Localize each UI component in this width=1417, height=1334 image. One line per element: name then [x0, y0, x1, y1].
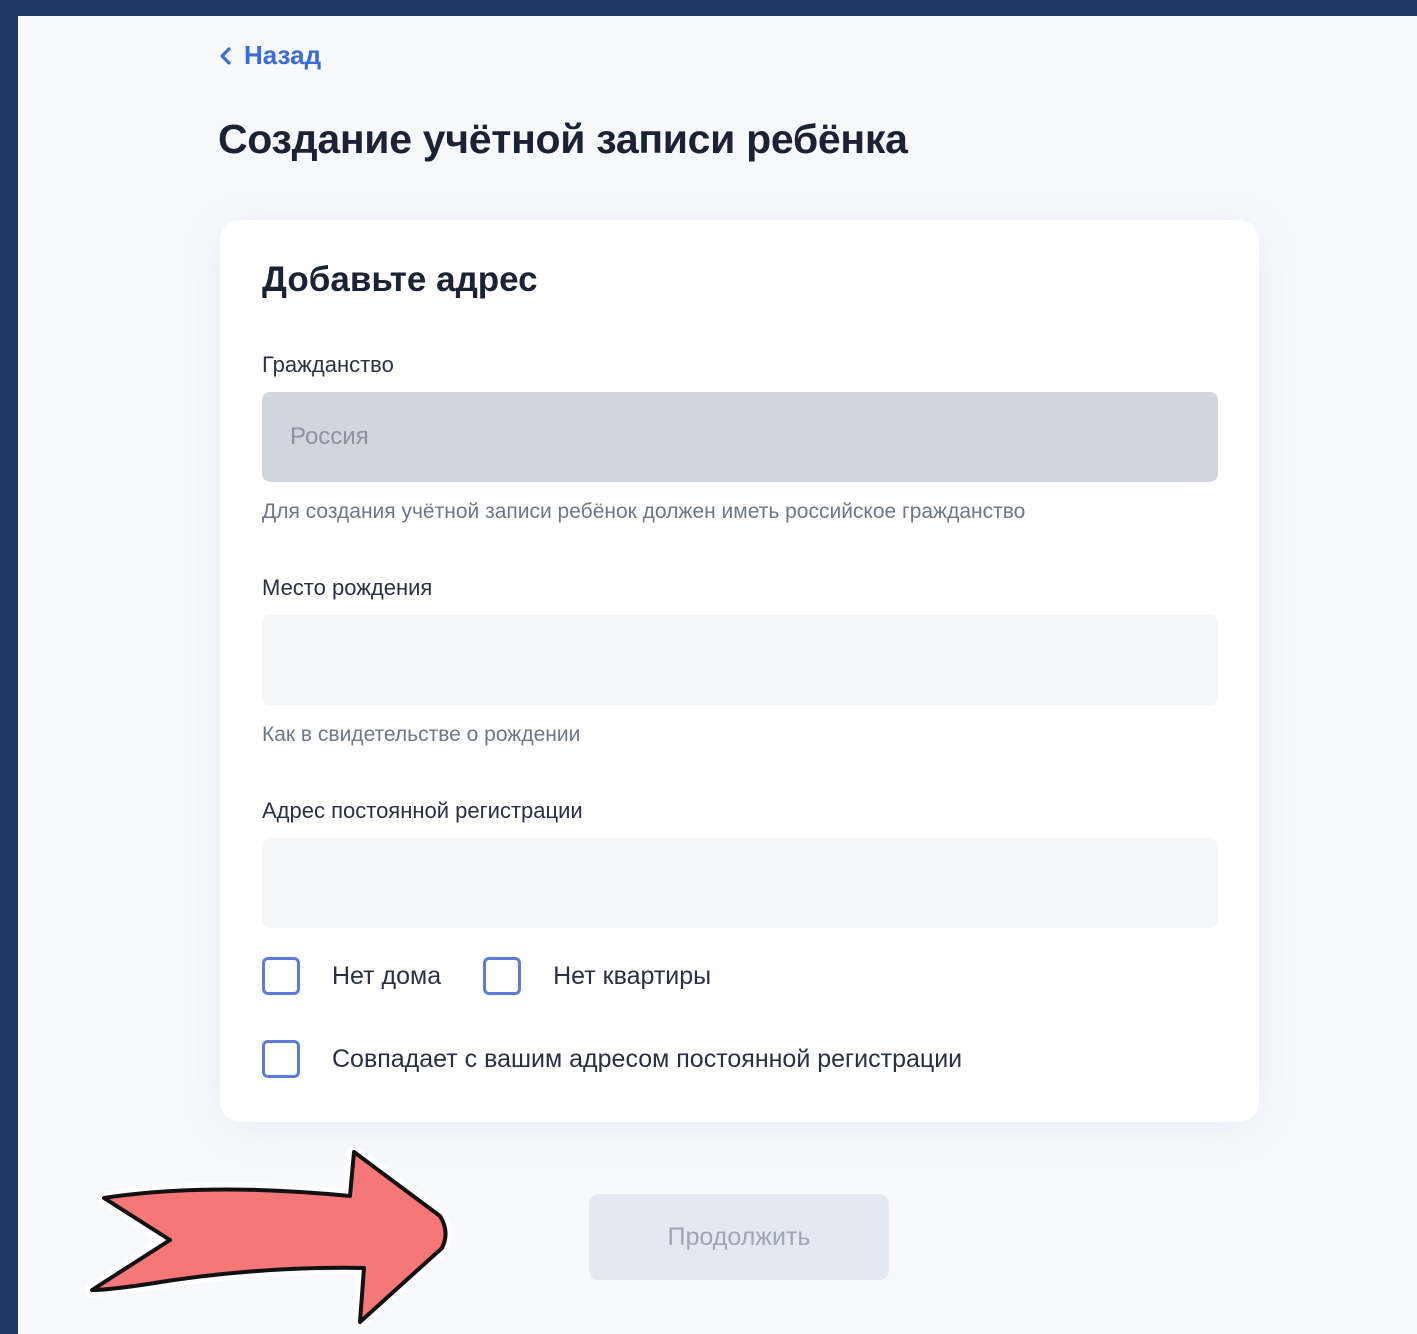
no-house-checkbox[interactable] [262, 957, 300, 995]
chevron-left-icon [220, 46, 231, 65]
birthplace-input[interactable] [262, 615, 1218, 705]
citizenship-field: Россия [262, 392, 1218, 482]
card-title: Добавьте адрес [262, 260, 538, 299]
registration-address-label: Адрес постоянной регистрации [262, 798, 583, 823]
same-address-label[interactable]: Совпадает с вашим адресом постоянной рег… [332, 1045, 962, 1074]
birthplace-label: Место рождения [262, 575, 433, 600]
checkbox-row-building: Нет дома Нет квартиры [262, 957, 711, 995]
back-link[interactable]: Назад [218, 40, 321, 71]
citizenship-value: Россия [290, 423, 369, 450]
no-apartment-label[interactable]: Нет квартиры [553, 962, 711, 991]
no-house-option[interactable]: Нет дома [262, 957, 441, 995]
same-address-checkbox[interactable] [262, 1040, 300, 1078]
page-title: Создание учётной записи ребёнка [218, 116, 908, 162]
registration-address-input[interactable] [262, 838, 1218, 928]
address-form-card: Добавьте адрес Гражданство Россия Для со… [220, 220, 1259, 1122]
birthplace-hint: Как в свидетельстве о рождении [262, 723, 581, 746]
citizenship-hint: Для создания учётной записи ребёнок долж… [262, 500, 1026, 523]
back-link-label[interactable]: Назад [244, 40, 321, 71]
continue-button[interactable]: Продолжить [589, 1194, 889, 1280]
no-house-label[interactable]: Нет дома [332, 962, 441, 991]
no-apartment-option[interactable]: Нет квартиры [483, 957, 711, 995]
citizenship-label: Гражданство [262, 352, 394, 377]
no-apartment-checkbox[interactable] [483, 957, 522, 995]
same-address-option[interactable]: Совпадает с вашим адресом постоянной рег… [262, 1040, 962, 1078]
arrow-pointer-icon [85, 1145, 453, 1329]
